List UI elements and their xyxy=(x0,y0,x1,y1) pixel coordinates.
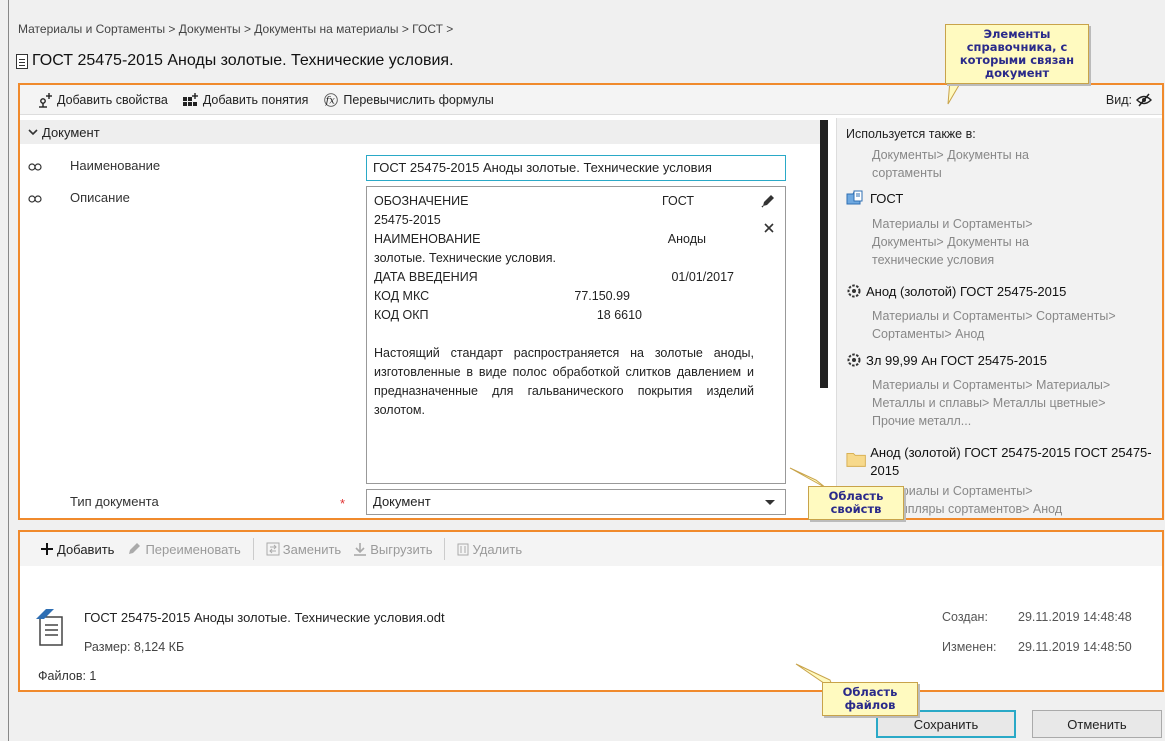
related-item-title: Анод (золотой) ГОСТ 25475-2015 ГОСТ 2547… xyxy=(870,445,1152,478)
add-properties-button[interactable]: Добавить свойства xyxy=(36,92,168,108)
close-icon[interactable] xyxy=(764,223,774,233)
desc-value: ГОСТ xyxy=(661,194,694,208)
add-file-button[interactable]: Добавить xyxy=(40,542,114,557)
gear-link-icon xyxy=(847,353,861,367)
page-title: ГОСТ 25475-2015 Аноды золотые. Техническ… xyxy=(16,52,454,70)
name-input[interactable]: ГОСТ 25475-2015 Аноды золотые. Техническ… xyxy=(366,155,786,181)
callout-properties: Область свойств xyxy=(808,486,904,520)
folder-doc-icon xyxy=(846,190,863,205)
download-icon xyxy=(354,543,367,556)
view-toggle[interactable]: Вид: xyxy=(1106,93,1152,107)
callout-elements: Элементы справочника, с которыми связан … xyxy=(945,24,1089,84)
delete-file-label: Удалить xyxy=(472,541,523,557)
chevron-down-icon xyxy=(765,500,775,505)
add-concepts-label: Добавить понятия xyxy=(202,92,309,107)
pencil-icon[interactable] xyxy=(760,193,776,209)
vertical-scrollbar[interactable] xyxy=(820,120,828,388)
created-label: Создан: xyxy=(942,610,988,624)
trash-icon xyxy=(457,543,469,556)
folder-icon xyxy=(846,453,866,467)
desc-key: ОБОЗНАЧЕНИЕ xyxy=(374,194,469,208)
desc-value: 18 6610 xyxy=(596,308,642,322)
eye-hidden-icon xyxy=(1136,93,1152,107)
related-path[interactable]: Материалы и Сортаменты> Сортаменты> Сорт… xyxy=(872,307,1122,343)
link-icon xyxy=(28,160,42,174)
desc-key: КОД МКС xyxy=(374,289,430,303)
breadcrumb[interactable]: Материалы и Сортаменты > Документы > Док… xyxy=(18,22,453,36)
desc-key: ДАТА ВВЕДЕНИЯ xyxy=(374,270,478,284)
required-marker: * xyxy=(340,496,346,511)
export-file-label: Выгрузить xyxy=(370,541,433,557)
properties-toolbar: Добавить свойства Добавить понятия fx Пе… xyxy=(20,85,1162,115)
desc-value: 77.150.99 xyxy=(574,289,630,303)
related-path[interactable]: Материалы и Сортаменты> Материалы> Метал… xyxy=(872,376,1142,430)
name-label: Наименование xyxy=(70,158,161,173)
related-path[interactable]: Материалы и Сортаменты> Документы> Докум… xyxy=(872,215,1102,269)
desc-value: 25475-2015 xyxy=(374,213,441,227)
add-properties-label: Добавить свойства xyxy=(57,92,168,107)
callout-files: Область файлов xyxy=(822,682,918,716)
description-text: ОБОЗНАЧЕНИЕ ГОСТ 25475-2015 НАИМЕНОВАНИЕ А… xyxy=(374,192,754,420)
related-item-gost[interactable]: ГОСТ xyxy=(846,190,903,206)
page-title-text: ГОСТ 25475-2015 Аноды золотые. Техническ… xyxy=(32,52,454,69)
formula-icon: fx xyxy=(324,92,339,107)
modified-value: 29.11.2019 14:48:50 xyxy=(1018,640,1132,654)
replace-file-button[interactable]: Заменить xyxy=(266,542,341,557)
add-file-label: Добавить xyxy=(57,541,115,557)
replace-file-label: Заменить xyxy=(282,541,342,557)
file-size: Размер: 8,124 КБ xyxy=(84,640,185,654)
rename-file-label: Переименовать xyxy=(145,541,241,557)
doc-type-select[interactable]: Документ xyxy=(366,489,786,515)
related-item-anode[interactable]: Анод (золотой) ГОСТ 25475-2015 xyxy=(846,283,1066,299)
cancel-button[interactable]: Отменить xyxy=(1032,710,1162,738)
add-concepts-icon xyxy=(182,92,198,106)
related-item-title: Анод (золотой) ГОСТ 25475-2015 xyxy=(866,283,1067,299)
related-item-title: Зл 99,99 Ан ГОСТ 25475-2015 xyxy=(866,352,1047,368)
view-label: Вид: xyxy=(1105,93,1132,107)
document-icon xyxy=(16,53,28,69)
desc-key: НАИМЕНОВАНИЕ xyxy=(374,232,481,246)
odt-file-icon[interactable] xyxy=(36,607,64,647)
chevron-down-icon xyxy=(28,129,38,136)
gear-link-icon xyxy=(847,284,861,298)
created-value: 29.11.2019 14:48:48 xyxy=(1018,610,1132,624)
desc-value: Аноды xyxy=(667,232,706,246)
recalc-formulas-button[interactable]: fx Перевычислить формулы xyxy=(322,92,494,108)
desc-value: 01/01/2017 xyxy=(671,270,734,284)
related-item-anode-instance[interactable]: Анод (золотой) ГОСТ 25475-2015 ГОСТ 2547… xyxy=(846,444,1156,480)
svg-text:fx: fx xyxy=(325,95,336,106)
file-name[interactable]: ГОСТ 25475-2015 Аноды золотые. Техническ… xyxy=(84,610,445,625)
link-icon xyxy=(28,192,42,206)
related-header: Используется также в: xyxy=(846,127,976,141)
recalc-formulas-label: Перевычислить формулы xyxy=(343,92,494,107)
doc-type-value: Документ xyxy=(373,494,431,509)
rename-file-button[interactable]: Переименовать xyxy=(126,541,241,557)
files-count: Файлов: 1 xyxy=(38,669,97,683)
toolbar-separator xyxy=(444,538,446,560)
modified-label: Изменен: xyxy=(942,640,997,654)
add-concepts-button[interactable]: Добавить понятия xyxy=(182,92,309,108)
toolbar-separator xyxy=(252,538,254,560)
description-label: Описание xyxy=(70,190,130,205)
delete-file-button[interactable]: Удалить xyxy=(457,542,522,557)
related-path[interactable]: Документы> Документы на сортаменты xyxy=(872,146,1092,182)
desc-key: КОД ОКП xyxy=(374,308,429,322)
export-file-button[interactable]: Выгрузить xyxy=(353,542,432,557)
pencil-icon xyxy=(129,543,141,554)
plus-icon xyxy=(41,543,53,555)
desc-value: золотые. Технические условия. xyxy=(374,251,556,265)
related-item-title: ГОСТ xyxy=(870,190,904,206)
replace-icon xyxy=(266,542,280,556)
section-document-header[interactable]: Документ xyxy=(20,120,820,144)
desc-paragraph: Настоящий стандарт распространяется на з… xyxy=(374,346,754,417)
add-properties-icon xyxy=(39,92,52,108)
related-item-zl[interactable]: Зл 99,99 Ан ГОСТ 25475-2015 xyxy=(846,352,1047,368)
files-toolbar: Добавить Переименовать Заменить Выгрузит… xyxy=(20,532,1162,566)
section-title: Документ xyxy=(42,124,100,140)
doc-type-label: Тип документа xyxy=(70,494,159,509)
